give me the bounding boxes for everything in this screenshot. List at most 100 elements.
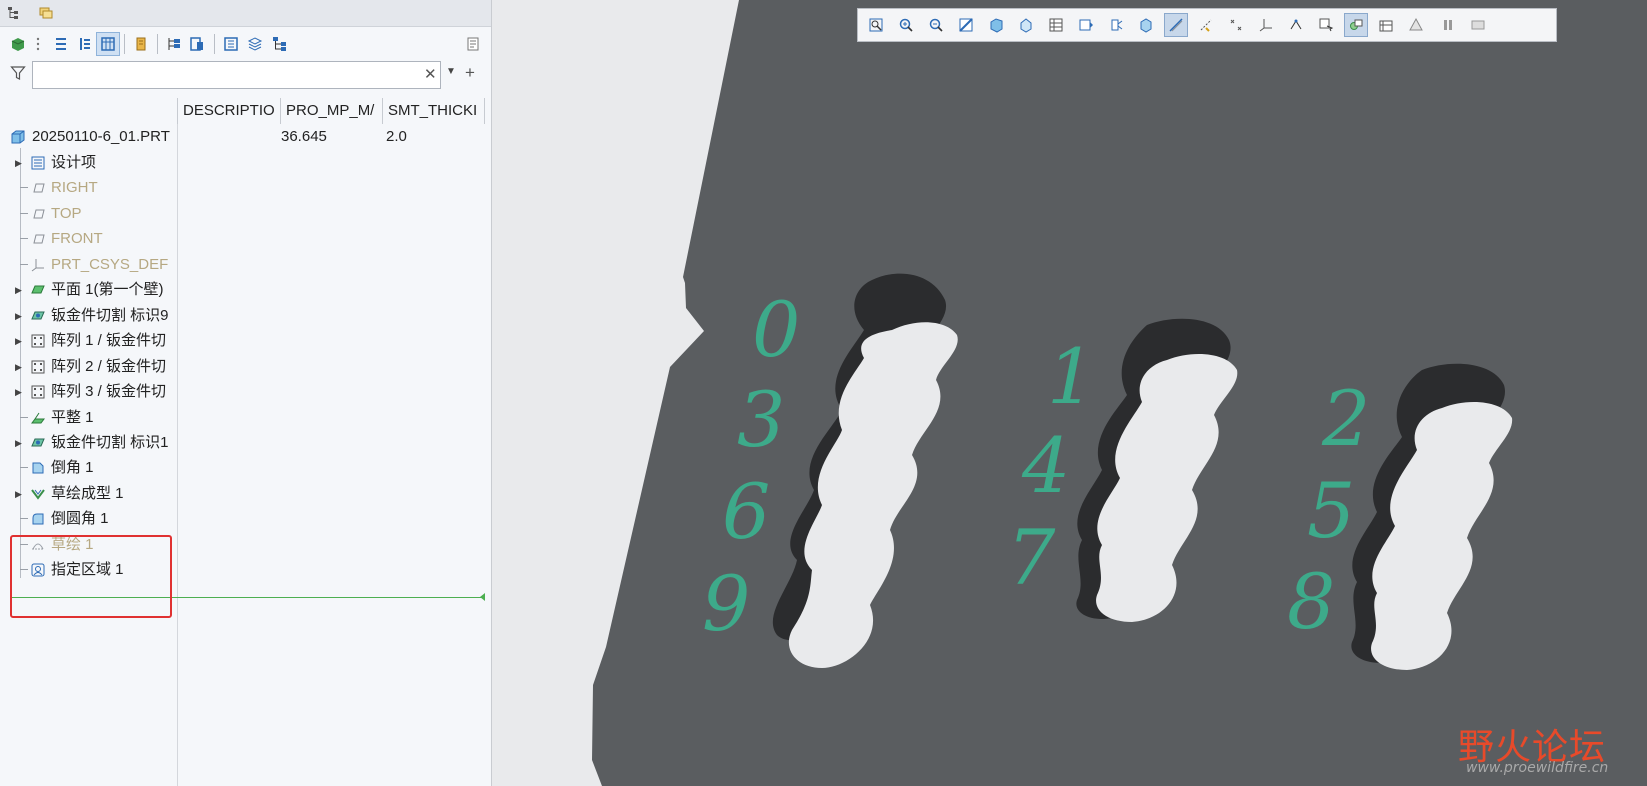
insert-here-arrow[interactable] — [480, 593, 485, 601]
tree-item[interactable]: RIGHT — [0, 175, 491, 201]
tree-item-label: 设计项 — [51, 154, 97, 171]
expand-arrow-icon[interactable]: ▶ — [15, 430, 22, 456]
clear-search-icon[interactable]: ✕ — [424, 65, 437, 83]
tree-item[interactable]: ▶ 钣金件切割 标识9 — [0, 303, 491, 329]
tree-item[interactable]: TOP — [0, 201, 491, 227]
tree-filter-icon[interactable] — [162, 32, 186, 56]
add-filter-button[interactable]: + — [465, 63, 475, 83]
spin-center-icon[interactable] — [1104, 13, 1128, 37]
refit-icon[interactable] — [864, 13, 888, 37]
section-icon[interactable] — [1374, 13, 1398, 37]
tree-root-row[interactable]: 20250110-6_01.PRT 36.645 2.0 — [0, 124, 491, 150]
datum-plane-icon — [30, 180, 46, 196]
tree-expand-icon[interactable] — [49, 32, 73, 56]
chevron-down-icon[interactable]: ▼ — [446, 66, 456, 77]
expand-arrow-icon[interactable]: ▶ — [15, 277, 22, 303]
graphics-window[interactable]: 0 3 6 9 1 4 7 2 5 8 野火论坛 www.proewildfir… — [492, 0, 1647, 786]
part-model-view[interactable]: 0 3 6 9 1 4 7 2 5 8 — [492, 0, 1647, 786]
tree-item-label: PRT_CSYS_DEF — [51, 255, 169, 273]
tree-item[interactable]: PRT_CSYS_DEF — [0, 252, 491, 278]
root-thickness-value: 2.0 — [386, 128, 407, 145]
axis-display-icon[interactable] — [1194, 13, 1218, 37]
tree-item-label: 钣金件切割 标识1 — [51, 433, 169, 451]
tree-item-label: 阵列 2 / 钣金件切 — [51, 357, 167, 375]
tree-root-label: 20250110-6_01.PRT — [32, 128, 170, 145]
tree-item[interactable]: ▶ 草绘成型 1 — [0, 481, 491, 507]
pattern-icon — [30, 359, 46, 375]
repaint-icon[interactable] — [954, 13, 978, 37]
bookmark-icon[interactable] — [129, 32, 153, 56]
layers-icon[interactable] — [243, 32, 267, 56]
tree-options-icon[interactable] — [461, 32, 485, 56]
view-manager-icon[interactable] — [1044, 13, 1068, 37]
column-smt-thickness[interactable]: SMT_THICKI — [382, 98, 485, 124]
tree-item[interactable]: ▶ 钣金件切割 标识1 — [0, 430, 491, 456]
tree-collapse-icon[interactable] — [73, 32, 97, 56]
tree-item[interactable]: ▶ 阵列 3 / 钣金件切 — [0, 379, 491, 405]
pause-icon[interactable] — [1436, 13, 1460, 37]
tree-item[interactable]: FRONT — [0, 226, 491, 252]
search-input[interactable] — [32, 61, 441, 89]
expand-arrow-icon[interactable]: ▶ — [15, 150, 22, 176]
expand-arrow-icon[interactable]: ▶ — [15, 481, 22, 507]
tree-columns-icon[interactable] — [96, 32, 120, 56]
saved-orientations-icon[interactable] — [1014, 13, 1038, 37]
tree-item[interactable]: 倒圆角 1 — [0, 506, 491, 532]
tree-item-label: 阵列 3 / 钣金件切 — [51, 383, 167, 401]
filter-icon[interactable] — [10, 65, 26, 86]
zoom-out-icon[interactable] — [924, 13, 948, 37]
tree-item-label: 倒圆角 1 — [51, 510, 109, 528]
expand-arrow-icon[interactable]: ▶ — [15, 379, 22, 405]
digit-9: 9 — [702, 559, 750, 648]
tree-item-label: RIGHT — [51, 179, 98, 197]
tree-item-label: 阵列 1 / 钣金件切 — [51, 332, 167, 350]
tree-item[interactable]: ▶ 设计项 — [0, 150, 491, 176]
part-icon — [10, 129, 26, 145]
expand-arrow-icon[interactable]: ▶ — [15, 354, 22, 380]
folder-browser-tab-icon[interactable] — [36, 3, 56, 23]
column-description[interactable]: DESCRIPTIO — [177, 98, 280, 124]
csys-display-icon[interactable] — [1254, 13, 1278, 37]
plane-display-icon[interactable] — [1164, 13, 1188, 37]
datum-plane-icon — [30, 231, 46, 247]
pattern-icon — [30, 333, 46, 349]
display-style-icon[interactable] — [984, 13, 1008, 37]
digit-2: 2 — [1321, 374, 1370, 463]
highlight-box — [10, 535, 172, 618]
tree-item[interactable]: ▶ 平面 1(第一个壁) — [0, 277, 491, 303]
layer-tree-icon[interactable] — [219, 32, 243, 56]
tree-item-label: 平面 1(第一个壁) — [51, 281, 164, 299]
tree-item[interactable]: 倒角 1 — [0, 455, 491, 481]
select-filter-icon[interactable] — [1314, 13, 1338, 37]
digit-7: 7 — [1007, 513, 1056, 602]
filter-row: ✕ ▼ + — [0, 60, 491, 94]
stop-icon[interactable] — [1466, 13, 1490, 37]
tree-settings-icon[interactable] — [185, 32, 209, 56]
tree-item[interactable]: ▶ 阵列 1 / 钣金件切 — [0, 328, 491, 354]
tree-item[interactable]: ▶ 阵列 2 / 钣金件切 — [0, 354, 491, 380]
tree-item-label: 草绘成型 1 — [51, 484, 124, 502]
digit-5: 5 — [1307, 466, 1355, 555]
graphics-toolbar — [857, 8, 1557, 42]
dotted-menu-icon[interactable] — [26, 32, 50, 56]
watermark-url: www.proewildfire.cn — [1466, 760, 1609, 776]
expand-arrow-icon[interactable]: ▶ — [15, 328, 22, 354]
model-tree-tab-icon[interactable] — [4, 3, 24, 23]
perspective-icon[interactable] — [1074, 13, 1098, 37]
tree-item-label: FRONT — [51, 230, 103, 248]
sketch-display-icon[interactable] — [1284, 13, 1308, 37]
hierarchy-icon[interactable] — [268, 32, 292, 56]
digit-1: 1 — [1047, 332, 1095, 421]
model-tree-toolbar — [0, 28, 491, 60]
chamfer-icon — [30, 460, 46, 476]
digit-0: 0 — [752, 285, 800, 374]
simulation-icon[interactable] — [1404, 13, 1428, 37]
digit-8: 8 — [1287, 557, 1335, 646]
annotation-display-icon[interactable] — [1134, 13, 1158, 37]
zoom-in-icon[interactable] — [894, 13, 918, 37]
appearance-icon[interactable] — [1344, 13, 1368, 37]
column-pro-mp-mass[interactable]: PRO_MP_M/ — [280, 98, 382, 124]
point-display-icon[interactable] — [1224, 13, 1248, 37]
expand-arrow-icon[interactable]: ▶ — [15, 303, 22, 329]
tree-item[interactable]: 平整 1 — [0, 405, 491, 431]
